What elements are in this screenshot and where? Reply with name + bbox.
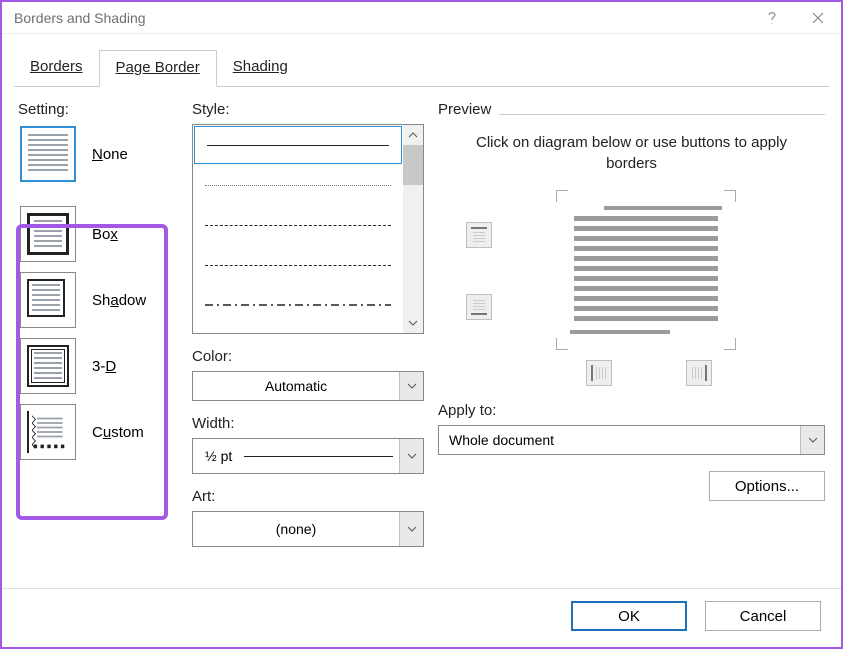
width-combo[interactable]: ½ pt [192,438,424,474]
setting-none[interactable]: None [18,124,178,184]
chevron-down-icon [399,439,423,473]
setting-box-thumb [20,206,76,262]
scroll-down-icon[interactable] [403,313,423,333]
options-button[interactable]: Options... [709,471,825,501]
style-dash-dot[interactable] [193,285,403,325]
dialog-title: Borders and Shading [14,10,146,26]
apply-to-combo[interactable]: Whole document [438,425,825,455]
border-bottom-button[interactable] [466,294,492,320]
chevron-down-icon [399,372,423,400]
tab-borders[interactable]: Borders [14,50,99,87]
setting-label: Setting: [18,101,178,118]
style-listbox[interactable] [192,124,424,334]
preview-page[interactable] [556,190,736,350]
close-button[interactable] [795,2,841,34]
preview-hint: Click on diagram below or use buttons to… [468,132,795,174]
width-preview-line [244,456,393,457]
setting-none-thumb [20,126,76,182]
style-label: Style: [192,101,424,118]
setting-shadow-thumb [20,272,76,328]
titlebar: Borders and Shading [2,2,841,34]
border-top-button[interactable] [466,222,492,248]
style-solid[interactable] [194,126,402,164]
style-scrollbar[interactable] [403,125,423,333]
chevron-down-icon [399,512,423,546]
art-value: (none) [193,521,399,537]
setting-3d-thumb [20,338,76,394]
help-button[interactable] [749,2,795,34]
art-combo[interactable]: (none) [192,511,424,547]
chevron-down-icon [800,426,824,454]
setting-box[interactable]: Box [18,204,178,264]
border-left-button[interactable] [586,360,612,386]
tab-bar: Borders Page Border Shading [2,34,841,87]
border-right-button[interactable] [686,360,712,386]
color-label: Color: [192,348,424,365]
preview-diagram [438,184,825,384]
setting-section: Setting: None Box [18,101,178,578]
color-value: Automatic [193,378,399,394]
cancel-button[interactable]: Cancel [705,601,821,631]
style-dashed[interactable] [193,245,403,285]
setting-shadow[interactable]: Shadow [18,270,178,330]
style-dashed-wide[interactable] [193,205,403,245]
art-label: Art: [192,488,424,505]
scroll-thumb[interactable] [403,145,423,185]
width-value: ½ pt [205,448,232,464]
setting-3d[interactable]: 3-D [18,336,178,396]
setting-custom[interactable]: Custom [18,402,178,462]
ok-button[interactable]: OK [571,601,687,631]
preview-section: Preview Click on diagram below or use bu… [438,101,825,578]
apply-to-label: Apply to: [438,402,825,419]
tab-page-border[interactable]: Page Border [99,50,217,87]
setting-custom-thumb [20,404,76,460]
scroll-up-icon[interactable] [403,125,423,145]
style-section: Style: Color: [192,101,424,578]
width-label: Width: [192,415,424,432]
tab-shading[interactable]: Shading [217,50,304,87]
borders-shading-dialog: Borders and Shading Borders Page Border … [0,0,843,649]
dialog-buttons: OK Cancel [2,588,841,647]
style-dotted-fine[interactable] [193,165,403,205]
color-combo[interactable]: Automatic [192,371,424,401]
preview-label: Preview [438,101,491,118]
apply-to-value: Whole document [439,432,800,448]
